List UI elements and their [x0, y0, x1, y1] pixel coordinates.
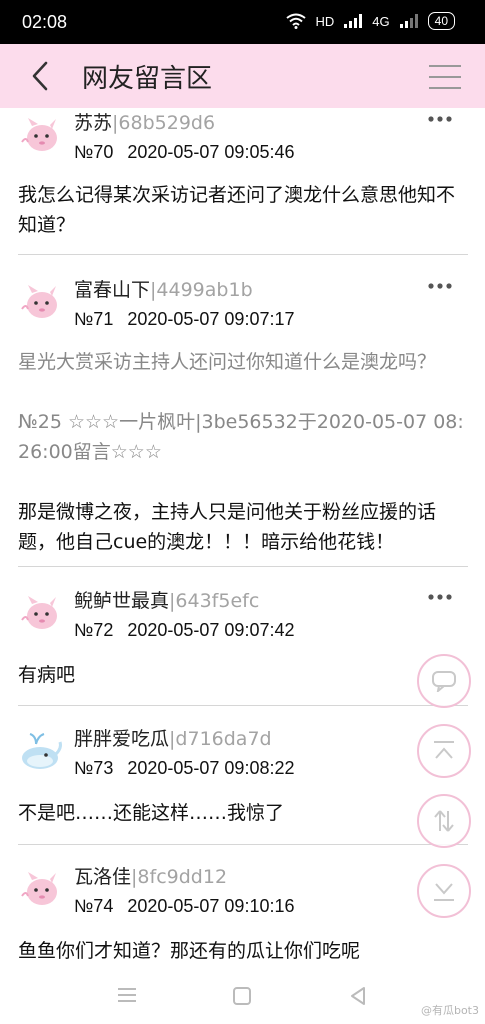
comment-text: 不是吧……还能这样……我惊了	[18, 802, 285, 824]
scroll-bottom-button[interactable]	[417, 864, 471, 918]
comment-text: 鱼鱼你们才知道？那还有的瓜让你们吃呢	[18, 940, 361, 962]
comment-number: №74	[74, 896, 114, 916]
author-id: |68b529d6	[112, 112, 216, 134]
author-name: 瓦洛佳	[74, 866, 132, 888]
comment-button[interactable]	[417, 654, 471, 708]
status-time: 02:08	[22, 12, 68, 32]
comment-meta: №71 2020-05-07 09:07:17	[74, 309, 295, 330]
author-id: |643f5efc	[169, 590, 260, 612]
comment-meta: №70 2020-05-07 09:05:46	[74, 142, 295, 163]
quoted-comment-source: №25 ☆☆☆一片枫叶|3be56532于2020-05-07 08:26:00…	[18, 411, 464, 463]
avatar	[21, 118, 57, 151]
avatar	[22, 733, 62, 769]
signal-icon-2	[399, 14, 418, 28]
author-id: |8fc9dd12	[131, 866, 228, 888]
avatar	[21, 596, 57, 629]
author-name: 富春山下	[74, 279, 151, 301]
header-bar: 网友留言区	[0, 44, 485, 108]
system-nav-bar: @有瓜bot3	[0, 970, 485, 1024]
comment-datetime: 2020-05-07 09:07:42	[127, 620, 295, 640]
comment-meta: №74 2020-05-07 09:10:16	[74, 896, 295, 917]
comment-datetime: 2020-05-07 09:10:16	[127, 896, 295, 916]
quoted-comment-text: 星光大赏采访主持人还问过你知道什么是澳龙吗？	[18, 351, 437, 373]
back-arrow-icon[interactable]	[26, 58, 56, 94]
comment-number: №70	[74, 142, 114, 162]
signal-type: 4G	[372, 13, 390, 29]
comment-datetime: 2020-05-07 09:08:22	[127, 758, 295, 778]
scroll-top-button[interactable]	[417, 724, 471, 778]
comment-author[interactable]: 瓦洛佳|8fc9dd12	[74, 862, 227, 889]
more-options-icon[interactable]	[427, 281, 453, 291]
more-options-icon[interactable]	[427, 592, 453, 602]
back-triangle-icon[interactable]	[348, 986, 368, 1006]
home-icon[interactable]	[232, 986, 252, 1006]
comment-text: 有病吧	[18, 664, 76, 686]
network-type: HD	[315, 13, 335, 29]
swap-arrows-icon	[434, 810, 454, 832]
comment-author[interactable]: 胖胖爱吃瓜|d716da7d	[74, 724, 272, 751]
author-name: 鲵鲈世最真	[74, 590, 170, 612]
chat-bubble-icon	[432, 671, 456, 692]
comment-text: 我怎么记得某次采访记者还问了澳龙什么意思他知不知道？	[18, 184, 456, 236]
comment-number: №73	[74, 758, 114, 778]
refresh-button[interactable]	[417, 794, 471, 848]
author-name: 胖胖爱吃瓜	[74, 728, 170, 750]
comment-datetime: 2020-05-07 09:05:46	[127, 142, 295, 162]
author-name: 苏苏	[74, 112, 113, 134]
scroll-to-bottom-icon	[434, 883, 454, 901]
comment-feed[interactable]: 苏苏|68b529d6 №70 2020-05-07 09:05:46 我怎么记得…	[0, 108, 485, 970]
author-id: |4499ab1b	[150, 279, 253, 301]
comment-author[interactable]: 鲵鲈世最真|643f5efc	[74, 586, 259, 613]
divider	[18, 566, 468, 567]
divider	[18, 254, 468, 255]
divider	[18, 844, 468, 845]
comment-meta: №72 2020-05-07 09:07:42	[74, 620, 295, 641]
comment-number: №71	[74, 309, 114, 329]
status-bar: 02:08 HD 4G 40	[0, 0, 485, 44]
comment-author[interactable]: 苏苏|68b529d6	[74, 108, 215, 135]
status-icons: HD 4G 40	[285, 12, 455, 30]
scroll-to-top-icon	[434, 741, 454, 759]
avatar	[21, 872, 57, 905]
comment-number: №72	[74, 620, 114, 640]
comment-datetime: 2020-05-07 09:07:17	[127, 309, 295, 329]
page-title: 网友留言区	[82, 64, 213, 94]
avatar	[21, 285, 57, 318]
watermark: @有瓜bot3	[420, 1004, 479, 1017]
wifi-icon	[285, 13, 306, 29]
signal-icon	[344, 14, 363, 28]
comment-text: 那是微博之夜，主持人只是问他关于粉丝应援的话题，他自己cue的澳龙！！！暗示给他…	[18, 501, 437, 553]
comment-author[interactable]: 富春山下|4499ab1b	[74, 275, 253, 302]
author-id: |d716da7d	[169, 728, 272, 750]
comment-meta: №73 2020-05-07 09:08:22	[74, 758, 295, 779]
divider	[18, 705, 468, 706]
battery-indicator: 40	[427, 12, 455, 30]
recent-apps-icon[interactable]	[116, 986, 138, 1004]
hamburger-menu-icon[interactable]	[429, 64, 461, 90]
more-options-icon[interactable]	[427, 114, 453, 124]
